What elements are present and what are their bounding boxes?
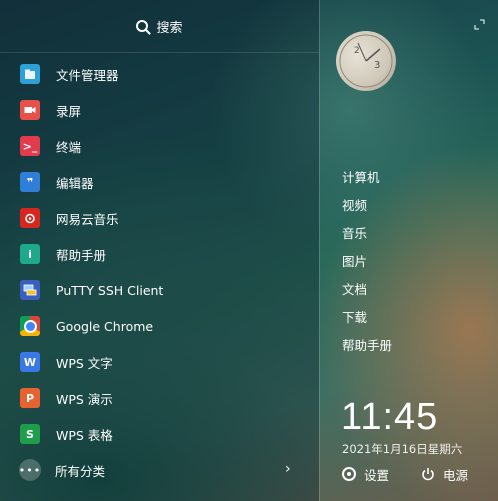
clock-time: 11:45 [341,396,439,438]
panel-divider [319,0,320,501]
app-label: 终端 [56,139,82,155]
power-label: 电源 [443,467,469,483]
app-item-screen-recorder[interactable]: 录屏 [0,92,319,128]
file-manager-icon [20,64,40,84]
app-label: 编辑器 [56,175,94,191]
app-item-google-chrome[interactable]: Google Chrome [0,308,319,344]
screen-recorder-icon [20,100,40,120]
search-bar[interactable]: 搜索 [0,0,319,53]
power-icon [422,468,434,481]
chrome-icon [20,316,40,336]
app-label: WPS 文字 [56,355,113,371]
putty-icon [20,280,40,300]
app-label: 帮助手册 [56,247,107,263]
app-label: 录屏 [56,103,82,119]
app-label: WPS 演示 [56,391,113,407]
settings-label: 设置 [364,467,390,483]
netease-music-icon [20,208,40,228]
more-icon: ••• [19,459,41,481]
app-item-help-manual[interactable]: i 帮助手册 [0,236,319,272]
place-downloads[interactable]: 下载 [342,302,392,330]
all-categories-button[interactable]: ••• 所有分类 › [0,453,319,487]
all-categories-label: 所有分类 [55,463,106,479]
chevron-right-icon: › [285,461,291,477]
place-documents[interactable]: 文档 [342,274,392,302]
places-list: 计算机 视频 音乐 图片 文档 下载 帮助手册 [342,162,392,358]
app-item-wps-writer[interactable]: W WPS 文字 [0,344,319,380]
place-videos[interactable]: 视频 [342,190,392,218]
svg-text:2: 2 [354,46,360,56]
text-editor-icon: ❞ [20,172,40,192]
app-item-text-editor[interactable]: ❞ 编辑器 [0,164,319,200]
app-label: Google Chrome [56,318,154,334]
place-help-manual[interactable]: 帮助手册 [342,330,392,358]
place-computer[interactable]: 计算机 [342,162,392,190]
app-item-file-manager[interactable]: 文件管理器 [0,56,319,92]
wps-writer-icon: W [20,352,40,372]
app-label: 文件管理器 [56,67,119,83]
app-label: 网易云音乐 [56,211,119,227]
avatar[interactable]: 3 2 [336,31,396,91]
wps-spreadsheet-icon: S [20,424,40,444]
wps-presentation-icon: P [20,388,40,408]
app-item-terminal[interactable]: >_ 终端 [0,128,319,164]
app-item-wps-presentation[interactable]: P WPS 演示 [0,380,319,416]
app-label: WPS 表格 [56,427,113,443]
terminal-icon: >_ [20,136,40,156]
app-list: 文件管理器 录屏 >_ 终端 ❞ 编辑器 网易云音乐 i 帮助手册 PuTTY … [0,56,319,452]
expand-icon[interactable] [474,19,485,30]
help-manual-icon: i [20,244,40,264]
search-label: 搜索 [156,20,183,36]
svg-text:3: 3 [374,60,380,71]
clock-date: 2021年1月16日星期六 [342,442,463,456]
search-icon [136,20,149,32]
place-pictures[interactable]: 图片 [342,246,392,274]
app-item-netease-music[interactable]: 网易云音乐 [0,200,319,236]
settings-button[interactable]: 设置 [342,463,389,485]
app-item-wps-spreadsheet[interactable]: S WPS 表格 [0,416,319,452]
place-music[interactable]: 音乐 [342,218,392,246]
app-label: PuTTY SSH Client [56,282,164,298]
gear-icon [342,467,356,481]
app-item-putty[interactable]: PuTTY SSH Client [0,272,319,308]
power-button[interactable]: 电源 [421,463,468,485]
